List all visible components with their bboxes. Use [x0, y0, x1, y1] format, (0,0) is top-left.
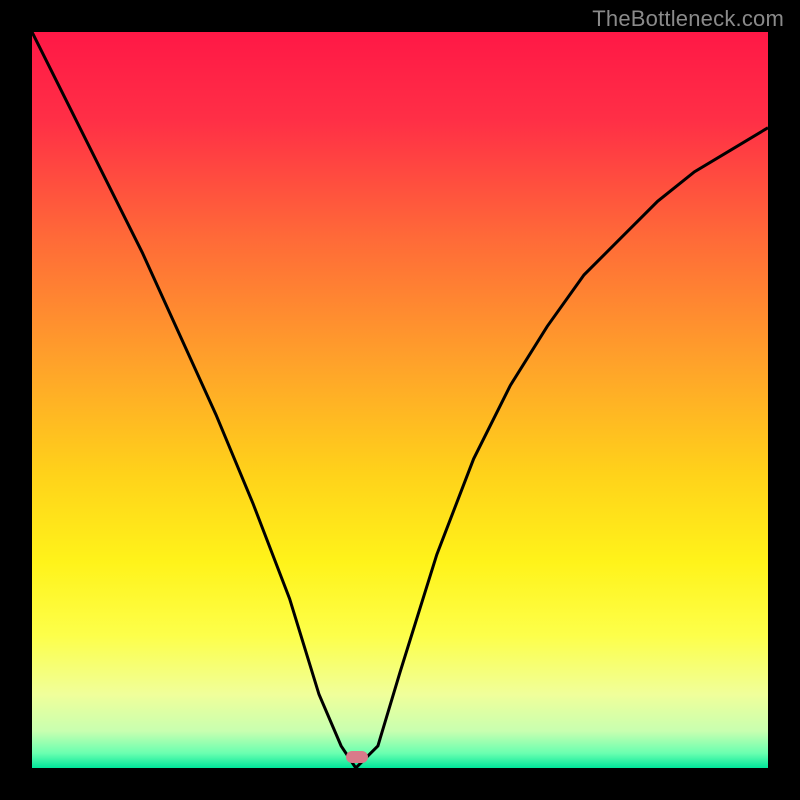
chart-frame: TheBottleneck.com: [0, 0, 800, 800]
v-curve-path: [32, 32, 768, 768]
v-curve-svg: [32, 32, 768, 768]
plot-area: [32, 32, 768, 768]
optimal-point-marker: [346, 751, 368, 763]
watermark-text: TheBottleneck.com: [592, 6, 784, 32]
